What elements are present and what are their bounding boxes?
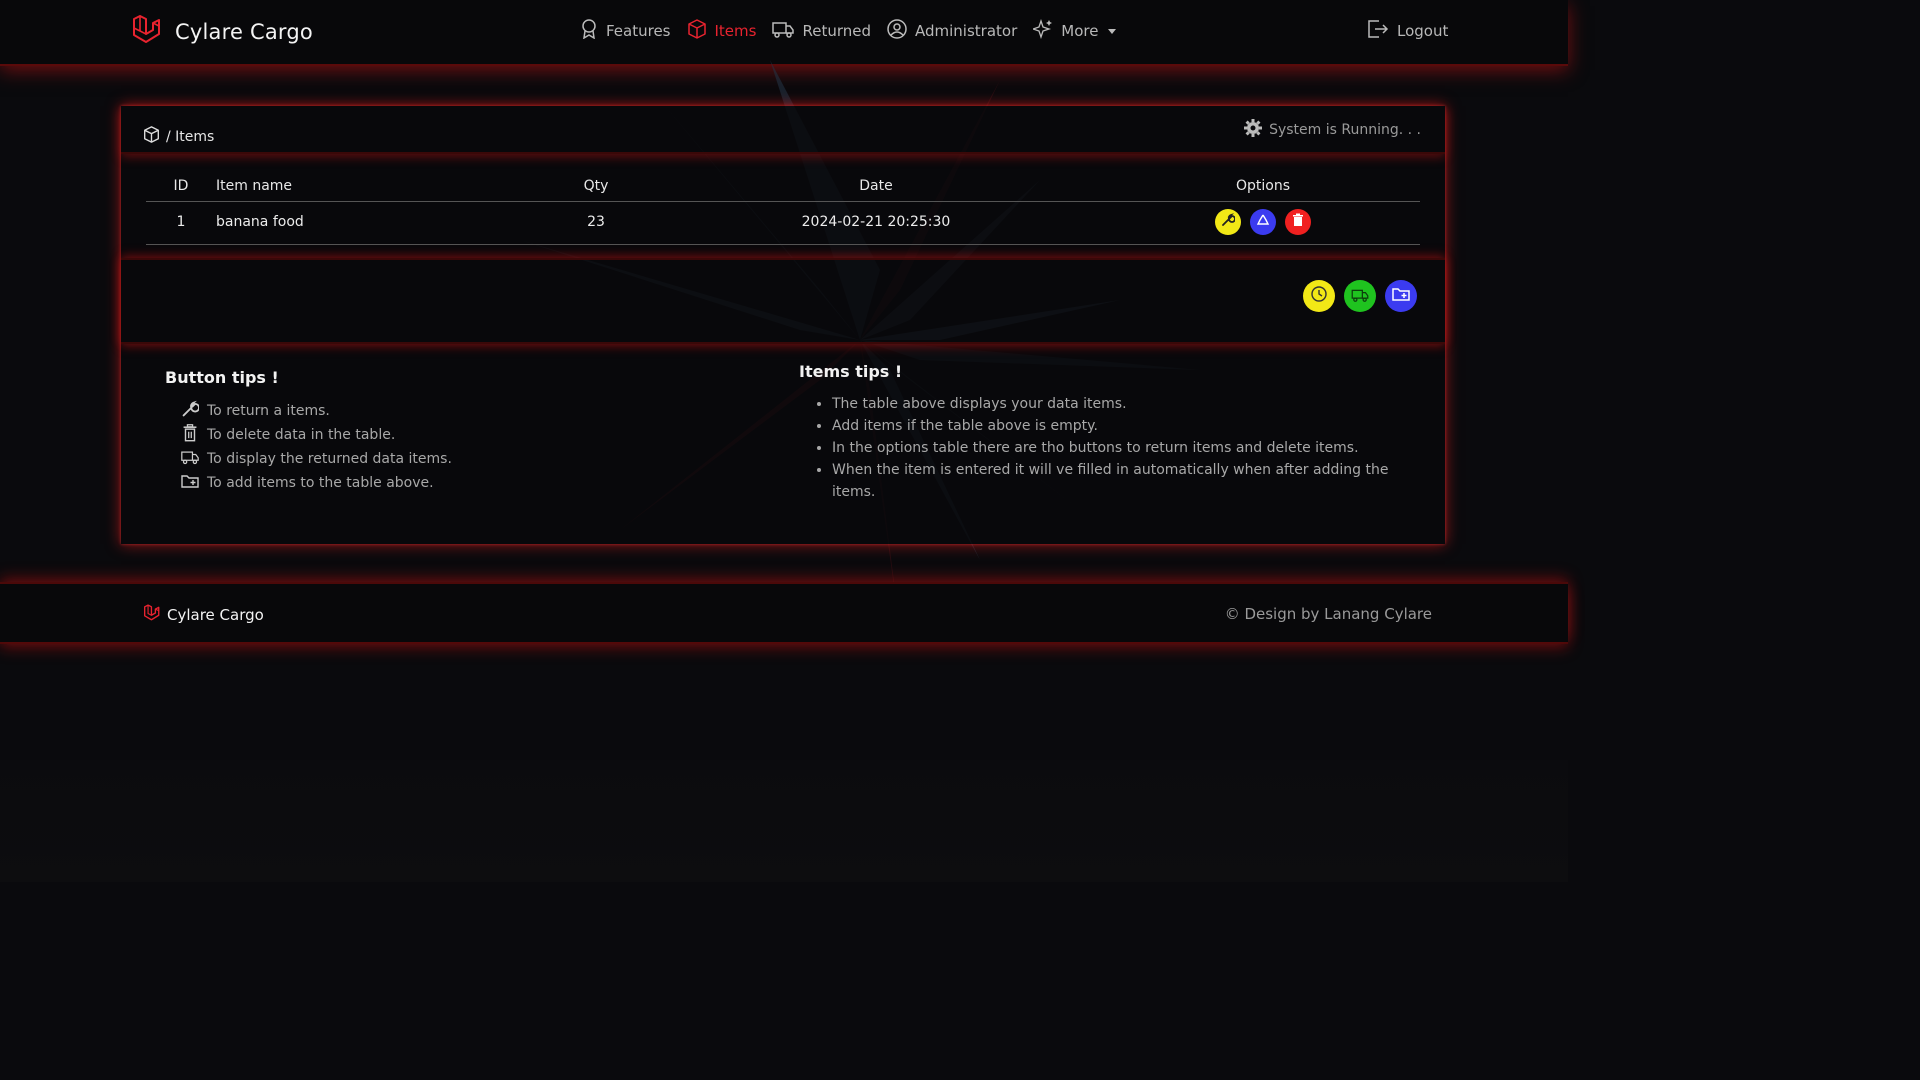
- return-item-button[interactable]: [1215, 209, 1241, 235]
- logout-label: Logout: [1397, 22, 1449, 40]
- sparkle-icon: [1031, 18, 1053, 43]
- nav-item-label: Items: [714, 22, 757, 40]
- column-header-qty: Qty: [546, 172, 646, 202]
- navbar: Cylare Cargo Features Items Returned Adm…: [0, 0, 1568, 64]
- footer: Cylare Cargo © Design by Lanang Cylare: [0, 584, 1568, 642]
- table-header-row: ID Item name Qty Date Options: [146, 172, 1420, 202]
- brand[interactable]: Cylare Cargo: [131, 14, 313, 50]
- nav-item-administrator[interactable]: Administrator: [887, 19, 1017, 43]
- list-item: Add items if the table above is empty.: [832, 415, 1399, 437]
- award-icon: [580, 19, 598, 43]
- wrench-icon: [1221, 213, 1236, 231]
- folder-plus-icon: [181, 473, 199, 493]
- tip-text: To return a items.: [207, 403, 330, 419]
- folder-plus-icon: [1392, 286, 1410, 306]
- nav-item-more-dropdown[interactable]: More: [1031, 18, 1117, 43]
- cell-item-name: banana food: [216, 201, 546, 245]
- footer-brand-name: Cylare Cargo: [167, 606, 264, 624]
- trash-icon: [1292, 213, 1304, 231]
- breadcrumb: / Items: [143, 126, 214, 147]
- tip-item: To add items to the table above.: [181, 471, 452, 495]
- tip-text: To delete data in the table.: [207, 427, 396, 443]
- nav-links: Features Items Returned Administrator Mo…: [580, 18, 1117, 43]
- button-tips-title: Button tips !: [165, 368, 279, 387]
- items-table: ID Item name Qty Date Options 1 banana f…: [146, 172, 1420, 245]
- box-icon: [687, 19, 707, 43]
- column-header-date: Date: [646, 172, 1106, 202]
- list-item: When the item is entered it will ve fill…: [832, 459, 1399, 503]
- tip-item: To display the returned data items.: [181, 447, 452, 471]
- clock-icon: [1310, 285, 1328, 307]
- breadcrumb-text: / Items: [166, 128, 215, 145]
- chevron-down-icon: [1108, 28, 1117, 34]
- tip-text: To display the returned data items.: [207, 451, 452, 467]
- items-tips-list: The table above displays your data items…: [832, 393, 1399, 503]
- user-circle-icon: [887, 19, 907, 43]
- truck-icon: [772, 20, 795, 42]
- recycle-item-button[interactable]: [1250, 209, 1276, 235]
- cell-id: 1: [146, 201, 216, 245]
- wrench-icon: [181, 400, 200, 422]
- status-text: System is Running. . .: [1269, 122, 1421, 138]
- column-header-id: ID: [146, 172, 216, 202]
- items-card: / Items System is Running. . . ID Item n…: [121, 106, 1445, 544]
- items-tips-title: Items tips !: [799, 362, 903, 381]
- list-item: The table above displays your data items…: [832, 393, 1399, 415]
- history-button[interactable]: [1303, 280, 1335, 312]
- action-bar: [121, 258, 1445, 344]
- brand-name: Cylare Cargo: [175, 20, 313, 44]
- column-header-options: Options: [1106, 172, 1420, 202]
- column-header-name: Item name: [216, 172, 546, 202]
- cell-qty: 23: [546, 201, 646, 245]
- card-header: / Items System is Running. . .: [121, 106, 1445, 154]
- page-background-lower: [0, 760, 1568, 882]
- truck-icon: [1351, 287, 1369, 306]
- tip-item: To delete data in the table.: [181, 423, 452, 447]
- nav-item-items[interactable]: Items: [687, 19, 757, 43]
- nav-item-label: Features: [606, 22, 671, 40]
- logout-icon: [1367, 19, 1389, 43]
- recycle-icon: [1256, 213, 1270, 231]
- nav-item-returned[interactable]: Returned: [772, 20, 871, 42]
- gear-icon: [1243, 118, 1263, 142]
- button-tips: Button tips ! To return a items. To dele…: [165, 368, 452, 495]
- items-tips: Items tips ! The table above displays yo…: [799, 362, 1399, 503]
- returned-items-button[interactable]: [1344, 280, 1376, 312]
- box-icon: [143, 126, 160, 147]
- logout-button[interactable]: Logout: [1367, 19, 1448, 43]
- truck-icon: [181, 449, 199, 469]
- trash-icon: [181, 424, 199, 446]
- tip-item: To return a items.: [181, 399, 452, 423]
- footer-credit: © Design by Lanang Cylare: [1224, 605, 1432, 623]
- tip-text: To add items to the table above.: [207, 475, 434, 491]
- nav-item-features[interactable]: Features: [580, 19, 671, 43]
- table-row: 1 banana food 23 2024-02-21 20:25:30: [146, 201, 1420, 245]
- laravel-logo-icon: [143, 604, 161, 626]
- delete-item-button[interactable]: [1285, 209, 1311, 235]
- nav-item-label: More: [1061, 22, 1099, 40]
- system-status: System is Running. . .: [1243, 118, 1421, 142]
- footer-brand[interactable]: Cylare Cargo: [143, 604, 264, 626]
- cell-date: 2024-02-21 20:25:30: [646, 201, 1106, 245]
- nav-item-label: Administrator: [915, 22, 1018, 40]
- add-item-button[interactable]: [1385, 280, 1417, 312]
- list-item: In the options table there are tho butto…: [832, 437, 1399, 459]
- nav-item-label: Returned: [802, 22, 871, 40]
- cell-options: [1106, 201, 1420, 245]
- laravel-logo-icon: [131, 14, 163, 50]
